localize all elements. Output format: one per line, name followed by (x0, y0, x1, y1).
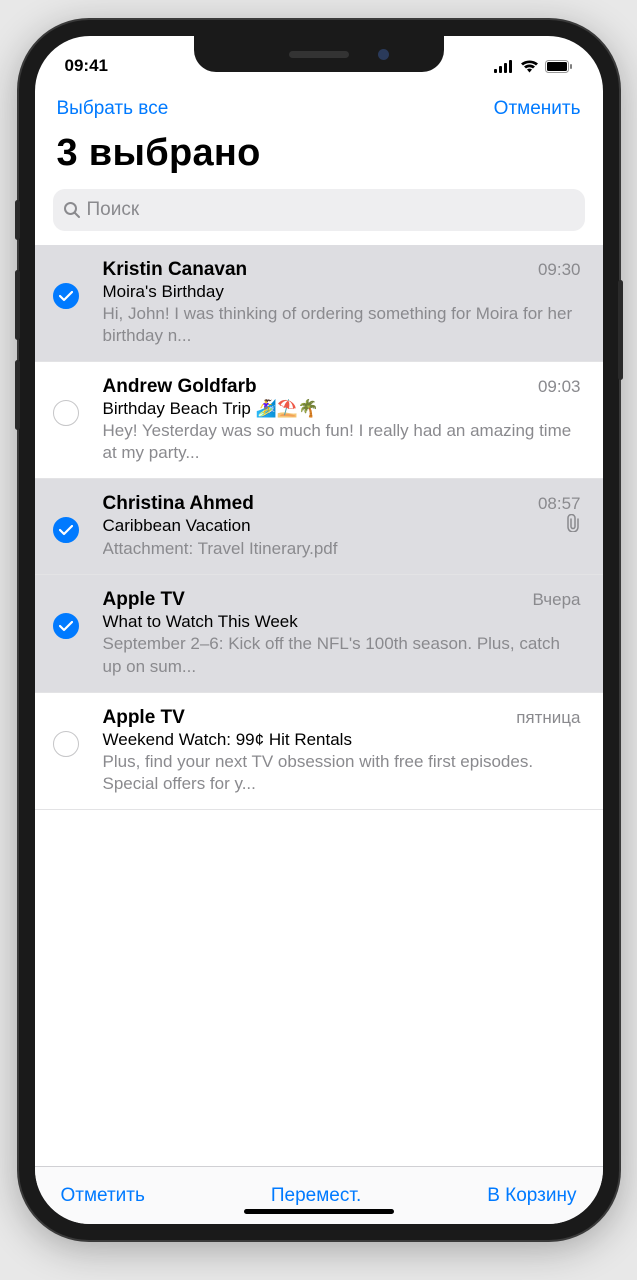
home-indicator[interactable] (244, 1209, 394, 1214)
nav-bar: Выбрать все Отменить (35, 86, 603, 126)
mail-sender: Apple TV (103, 707, 185, 729)
attachment-icon (565, 514, 581, 537)
status-time: 09:41 (65, 56, 108, 76)
speaker-grille (289, 51, 349, 58)
mute-switch (15, 200, 20, 240)
power-button (618, 280, 623, 380)
mail-subject: What to Watch This Week (103, 612, 581, 632)
mail-sender: Kristin Canavan (103, 259, 248, 281)
volume-up-button (15, 270, 20, 340)
mail-time: 09:03 (538, 377, 581, 397)
mail-preview: September 2–6: Kick off the NFL's 100th … (103, 633, 581, 677)
screen: 09:41 Выбрать все Отменить 3 выбрано (35, 36, 603, 1224)
front-camera (378, 49, 389, 60)
selection-checkbox[interactable] (53, 613, 79, 639)
page-title: 3 выбрано (57, 132, 581, 175)
battery-icon (545, 60, 573, 73)
move-button[interactable]: Перемест. (271, 1185, 361, 1207)
phone-frame: 09:41 Выбрать все Отменить 3 выбрано (19, 20, 619, 1240)
mail-sender: Christina Ahmed (103, 493, 254, 515)
selection-checkbox[interactable] (53, 517, 79, 543)
mail-sender: Apple TV (103, 589, 185, 611)
cellular-signal-icon (494, 60, 514, 73)
mail-preview: Plus, find your next TV obsession with f… (103, 751, 581, 795)
mail-row[interactable]: Apple TV пятницаWeekend Watch: 99¢ Hit Re… (35, 693, 603, 810)
search-icon (63, 201, 81, 219)
mail-preview: Hi, John! I was thinking of ordering som… (103, 303, 581, 347)
mail-subject: Birthday Beach Trip 🏄‍♀️⛱️🌴 (103, 399, 581, 419)
mail-row[interactable]: Christina Ahmed08:57Caribbean VacationAt… (35, 479, 603, 575)
mail-list[interactable]: Kristin Canavan 09:30Moira's BirthdayHi, … (35, 245, 603, 1166)
selection-checkbox[interactable] (53, 731, 79, 757)
mail-time: Вчера (533, 590, 581, 610)
mail-row[interactable]: Kristin Canavan 09:30Moira's BirthdayHi, … (35, 245, 603, 362)
selection-checkbox[interactable] (53, 400, 79, 426)
mail-time: 08:57 (538, 494, 581, 514)
search-input[interactable]: Поиск (53, 189, 585, 231)
select-all-button[interactable]: Выбрать все (57, 98, 169, 120)
volume-down-button (15, 360, 20, 430)
mail-time: 09:30 (538, 260, 581, 280)
wifi-icon (520, 60, 539, 73)
selection-checkbox[interactable] (53, 283, 79, 309)
mail-time: пятница (516, 708, 580, 728)
trash-button[interactable]: В Корзину (487, 1185, 576, 1207)
cancel-button[interactable]: Отменить (494, 98, 581, 120)
mail-row[interactable]: Apple TV ВчераWhat to Watch This WeekSept… (35, 575, 603, 692)
mail-preview: Hey! Yesterday was so much fun! I really… (103, 420, 581, 464)
mail-row[interactable]: Andrew Goldfarb 09:03Birthday Beach Trip … (35, 362, 603, 479)
mail-subject: Weekend Watch: 99¢ Hit Rentals (103, 730, 581, 750)
notch (194, 36, 444, 72)
mail-subject: Moira's Birthday (103, 282, 581, 302)
mail-sender: Andrew Goldfarb (103, 376, 257, 398)
search-placeholder: Поиск (87, 199, 140, 221)
bottom-toolbar: Отметить Перемест. В Корзину (35, 1166, 603, 1224)
mark-button[interactable]: Отметить (61, 1185, 145, 1207)
mail-preview: Attachment: Travel Itinerary.pdf (103, 538, 581, 560)
